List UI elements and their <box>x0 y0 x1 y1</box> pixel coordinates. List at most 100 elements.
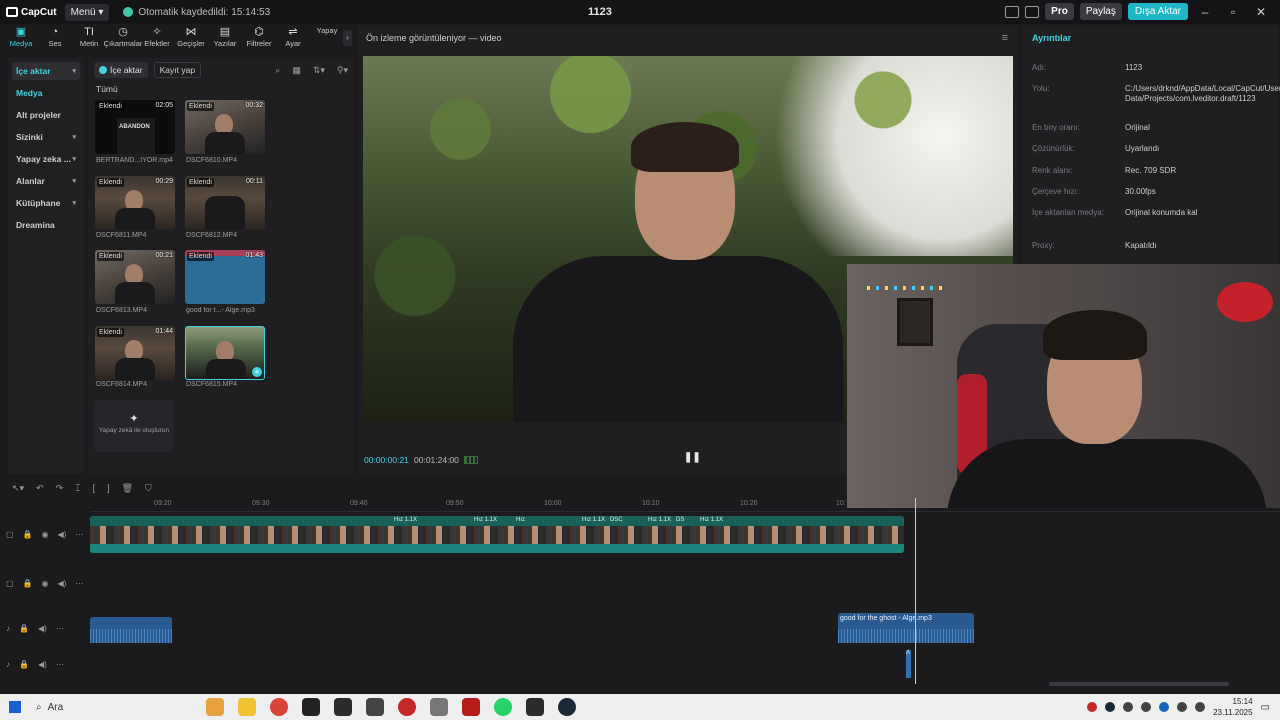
export-button[interactable]: Dışa Aktar <box>1127 3 1188 20</box>
search-icon[interactable]: ⌕ <box>275 65 280 76</box>
split-left-icon[interactable]: [ <box>93 483 96 493</box>
more-icon[interactable]: ⋯ <box>75 579 83 588</box>
volume-icon[interactable] <box>1195 702 1206 712</box>
media-thumb-selected[interactable]: + <box>185 326 265 380</box>
start-button[interactable] <box>0 701 30 713</box>
tab-effects[interactable]: ✧ Efektler <box>140 26 174 52</box>
eye-icon[interactable]: ◉ <box>42 530 49 539</box>
more-icon[interactable]: ⋯ <box>56 660 64 669</box>
r-app-icon[interactable] <box>302 698 320 716</box>
sidebar-item-dreamina[interactable]: Dreamina <box>12 216 80 234</box>
tab-audio[interactable]: ◔ Ses <box>38 26 72 52</box>
tab-ai[interactable]: Yapay <box>310 26 344 52</box>
sidebar-item-import[interactable]: İçe aktar ▾ <box>12 62 80 80</box>
whatsapp-icon[interactable] <box>494 698 512 716</box>
tray-icon[interactable] <box>1087 702 1098 712</box>
windows-icon <box>9 701 21 713</box>
media-thumb[interactable]: Eklendi 00:21 <box>95 250 175 304</box>
sidebar-item-yours[interactable]: Sizinki ▾ <box>12 128 80 146</box>
sidebar-item-media[interactable]: Medya <box>12 84 80 102</box>
tray-icon[interactable] <box>1123 702 1134 712</box>
cover-icon[interactable]: ▢ <box>6 530 14 539</box>
ai-create-button[interactable]: ✦ Yapay zekâ ile oluşturun <box>94 400 174 452</box>
speaker-icon[interactable]: ◀) <box>58 530 67 539</box>
sidebar-item-subprojects[interactable]: Alt projeler <box>12 106 80 124</box>
bluetooth-icon[interactable] <box>1159 702 1170 712</box>
media-thumb[interactable]: Eklendi 01:43 <box>185 250 265 304</box>
import-button[interactable]: İçe aktar <box>94 62 148 78</box>
lock-icon[interactable]: 🔒 <box>19 624 29 633</box>
eye-icon[interactable]: ◉ <box>42 579 49 588</box>
capcut-icon[interactable] <box>334 698 352 716</box>
clock[interactable]: 15:14 23.11.2025 <box>1213 696 1252 718</box>
record-button[interactable]: Kayıt yap <box>153 62 202 78</box>
taskbar-search[interactable]: ⌕ Ara <box>36 702 166 713</box>
audio-clip[interactable] <box>90 617 172 643</box>
delete-icon[interactable]: 🗑 <box>122 483 133 494</box>
lock-icon[interactable]: 🔒 <box>19 660 29 669</box>
cover-icon[interactable]: ▢ <box>6 579 14 588</box>
media-thumb[interactable]: Eklendi 00:32 <box>185 100 265 154</box>
close-icon[interactable]: ✕ <box>1250 5 1272 19</box>
shortcut-icon[interactable] <box>1025 5 1040 18</box>
pause-button[interactable]: ❚❚ <box>684 452 701 463</box>
maximize-icon[interactable]: ▫ <box>1222 5 1244 19</box>
menu-button[interactable]: Menü ▾ <box>64 3 110 21</box>
notification-icon[interactable]: ▭ <box>1261 702 1270 713</box>
media-thumb[interactable]: ABANDON Eklendi 02:05 <box>95 100 175 154</box>
wifi-icon[interactable] <box>1177 702 1188 712</box>
tab-adjust[interactable]: ⇌ Ayar <box>276 26 310 52</box>
tab-captions[interactable]: ▤ Yazılar <box>208 26 242 52</box>
shield-icon[interactable]: ⛉ <box>145 483 152 494</box>
app-icon[interactable] <box>398 698 416 716</box>
file-explorer-icon[interactable] <box>238 698 256 716</box>
lock-icon[interactable]: 🔒 <box>23 530 33 539</box>
filter-icon[interactable]: ⚲▾ <box>337 65 348 76</box>
more-icon[interactable]: ⋯ <box>56 624 64 633</box>
redo-icon[interactable]: ↷ <box>56 483 64 494</box>
more-icon[interactable]: ⋯ <box>75 530 83 539</box>
sidebar-item-library[interactable]: Kütüphane ▾ <box>12 194 80 212</box>
media-thumb[interactable]: Eklendi 00:11 <box>185 176 265 230</box>
speaker-icon[interactable]: ◀) <box>38 624 47 633</box>
mic-app-icon[interactable] <box>430 698 448 716</box>
widgets-icon[interactable] <box>206 698 224 716</box>
speaker-icon[interactable]: ◀) <box>58 579 67 588</box>
chevron-right-icon[interactable]: › <box>343 30 352 46</box>
minimize-icon[interactable]: – <box>1194 5 1216 19</box>
pro-button[interactable]: Pro <box>1045 3 1074 20</box>
share-button[interactable]: Paylaş <box>1079 3 1122 20</box>
timeline-scrollbar[interactable] <box>1049 682 1229 686</box>
split-right-icon[interactable]: ] <box>107 483 110 493</box>
app-icon[interactable] <box>462 698 480 716</box>
tab-media[interactable]: ▣ Medya <box>4 26 38 52</box>
tab-stickers[interactable]: ◷ Çıkartmalar <box>104 26 143 52</box>
split-icon[interactable]: ⌶ <box>75 483 80 494</box>
sidebar-item-spaces[interactable]: Alanlar ▾ <box>12 172 80 190</box>
undo-icon[interactable]: ↶ <box>36 483 44 494</box>
tray-icon[interactable] <box>1105 702 1116 712</box>
speaker-icon[interactable]: ◀) <box>38 660 47 669</box>
sidebar-item-ai[interactable]: Yapay zeka ... ▾ <box>12 150 80 168</box>
tab-text[interactable]: TI Metin <box>72 26 106 52</box>
sort-icon[interactable]: ⇅▾ <box>313 65 325 76</box>
app-icon[interactable] <box>366 698 384 716</box>
select-tool-icon[interactable]: ↖▾ <box>12 483 24 494</box>
grid-view-icon[interactable]: ▦ <box>292 65 301 76</box>
tab-filters[interactable]: ⌬ Filtreler <box>242 26 276 52</box>
tray-icon[interactable] <box>1141 702 1152 712</box>
audio-clip[interactable]: good for the ghost - Alge.mp3 <box>838 613 974 643</box>
add-icon[interactable]: + <box>252 367 262 377</box>
capcut-icon[interactable] <box>526 698 544 716</box>
steam-icon[interactable] <box>558 698 576 716</box>
layout-icon[interactable] <box>1005 5 1020 18</box>
lock-icon[interactable]: 🔒 <box>23 579 33 588</box>
media-thumb[interactable]: Eklendi 01:44 <box>95 326 175 380</box>
timeline-ruler[interactable]: 09:20 09:30 09:40 09:50 10:00 10:10 10:2… <box>90 498 1280 512</box>
menu-icon[interactable]: ≡ <box>1002 32 1008 44</box>
tab-transitions[interactable]: ⋈ Geçişler <box>174 26 208 52</box>
chrome-icon[interactable] <box>270 698 288 716</box>
media-thumb[interactable]: Eklendi 00:29 <box>95 176 175 230</box>
video-clip-strip[interactable]: Hız 1.1X Hız 1.1X Hız Hız 1.1X DSC Hız 1… <box>90 516 904 553</box>
playhead[interactable] <box>915 498 916 684</box>
